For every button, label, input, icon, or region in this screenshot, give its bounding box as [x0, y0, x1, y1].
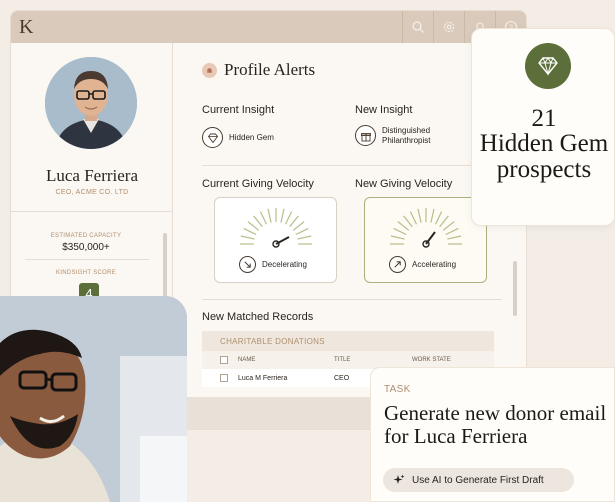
hidden-gem-card: 21 Hidden Gem prospects — [471, 28, 615, 226]
column-header-title[interactable]: TITLE — [334, 357, 412, 363]
stat-divider — [25, 259, 149, 260]
sidebar-divider — [11, 211, 173, 212]
gauge-tick — [417, 208, 422, 223]
current-insight-chip: Hidden Gem — [202, 127, 274, 148]
new-velocity-card: Accelerating — [364, 197, 487, 283]
gauge-decelerating-icon — [240, 208, 312, 248]
current-velocity-card: Decelerating — [214, 197, 337, 283]
gauge-tick — [289, 215, 299, 228]
column-header-name[interactable]: NAME — [238, 357, 334, 363]
generate-draft-label: Use AI to Generate First Draft — [412, 474, 544, 486]
bell-icon — [202, 62, 217, 78]
generate-draft-button[interactable]: Use AI to Generate First Draft — [383, 468, 574, 492]
new-insight-value: Distinguished Philanthropist — [382, 125, 431, 145]
profile-name: Luca Ferriera — [45, 166, 139, 185]
current-insight-value: Hidden Gem — [229, 132, 274, 142]
task-card: TASK Generate new donor email for Luca F… — [370, 367, 615, 502]
gauge-tick — [243, 227, 257, 236]
gauge-tick — [439, 215, 449, 228]
gauge-tick — [447, 235, 462, 240]
gift-icon — [355, 125, 376, 146]
task-label: TASK — [384, 384, 411, 395]
row-name: Luca M Ferriera — [238, 374, 288, 382]
new-velocity-caption: Accelerating — [389, 256, 456, 273]
new-insight-chip: Distinguished Philanthropist — [355, 125, 452, 146]
new-velocity-value: Accelerating — [412, 260, 457, 269]
gauge-tick — [393, 227, 407, 236]
gauge-accelerating-icon — [390, 208, 462, 248]
gauge-tick — [297, 235, 312, 240]
kindsight-score-label: KINDSIGHT SCORE — [55, 270, 117, 276]
gauge-tick — [247, 221, 260, 231]
arrow-down-right-icon — [239, 256, 256, 273]
alerts-title: Profile Alerts — [224, 60, 316, 79]
capacity-label: ESTIMATED CAPACITY — [50, 233, 122, 239]
section-divider — [202, 165, 502, 166]
new-velocity-label: New Giving Velocity — [355, 178, 453, 190]
sparkle-icon — [393, 474, 405, 484]
profile-avatar — [45, 57, 137, 149]
gauge-tick — [445, 227, 459, 236]
gauge-tick — [409, 211, 418, 225]
search-icon[interactable] — [402, 11, 433, 43]
records-category: CHARITABLE DONATIONS — [202, 331, 494, 351]
select-all-checkbox[interactable] — [220, 356, 228, 364]
gauge-tick — [280, 208, 285, 223]
gauge-tick — [240, 235, 255, 240]
diamond-icon — [525, 43, 571, 89]
gauge-tick — [284, 211, 293, 225]
main-scrollbar[interactable] — [513, 261, 517, 316]
sidebar-scrollbar[interactable] — [163, 233, 167, 303]
diamond-icon — [202, 127, 223, 148]
settings-icon[interactable] — [433, 11, 464, 43]
row-checkbox[interactable] — [220, 374, 228, 382]
gauge-tick — [259, 211, 268, 225]
gauge-tick — [430, 208, 435, 223]
task-title: Generate new donor email for Luca Ferrie… — [384, 401, 607, 448]
gauge-tick — [390, 235, 405, 240]
alerts-header: Profile Alerts — [202, 60, 315, 80]
gauge-tick — [267, 208, 272, 223]
gauge-tick — [442, 221, 455, 231]
gauge-tick — [295, 227, 309, 236]
column-header-work-state[interactable]: WORK STATE — [412, 357, 482, 363]
user-photo — [0, 296, 187, 502]
gauge-tick — [397, 221, 410, 231]
current-velocity-caption: Decelerating — [239, 256, 307, 273]
profile-role: CEO, ACME CO. LTD — [55, 189, 129, 196]
current-velocity-value: Decelerating — [262, 260, 307, 269]
hidden-gem-text: Hidden Gem prospects — [479, 130, 609, 183]
gauge-tick — [292, 221, 305, 231]
capacity-value: $350,000+ — [62, 242, 110, 253]
kindsight-logo[interactable]: K — [19, 17, 33, 37]
gauge-tick — [434, 211, 443, 225]
current-insight-label: Current Insight — [202, 104, 275, 116]
gauge-tick — [403, 215, 413, 228]
top-bar: K ? — [11, 11, 526, 43]
new-insight-label: New Insight — [355, 104, 413, 116]
hidden-gem-count: 21 — [531, 105, 557, 132]
section-divider — [202, 299, 502, 300]
gauge-tick — [253, 215, 263, 228]
current-velocity-label: Current Giving Velocity — [202, 178, 314, 190]
records-title: New Matched Records — [202, 311, 314, 323]
arrow-up-right-icon — [389, 256, 406, 273]
